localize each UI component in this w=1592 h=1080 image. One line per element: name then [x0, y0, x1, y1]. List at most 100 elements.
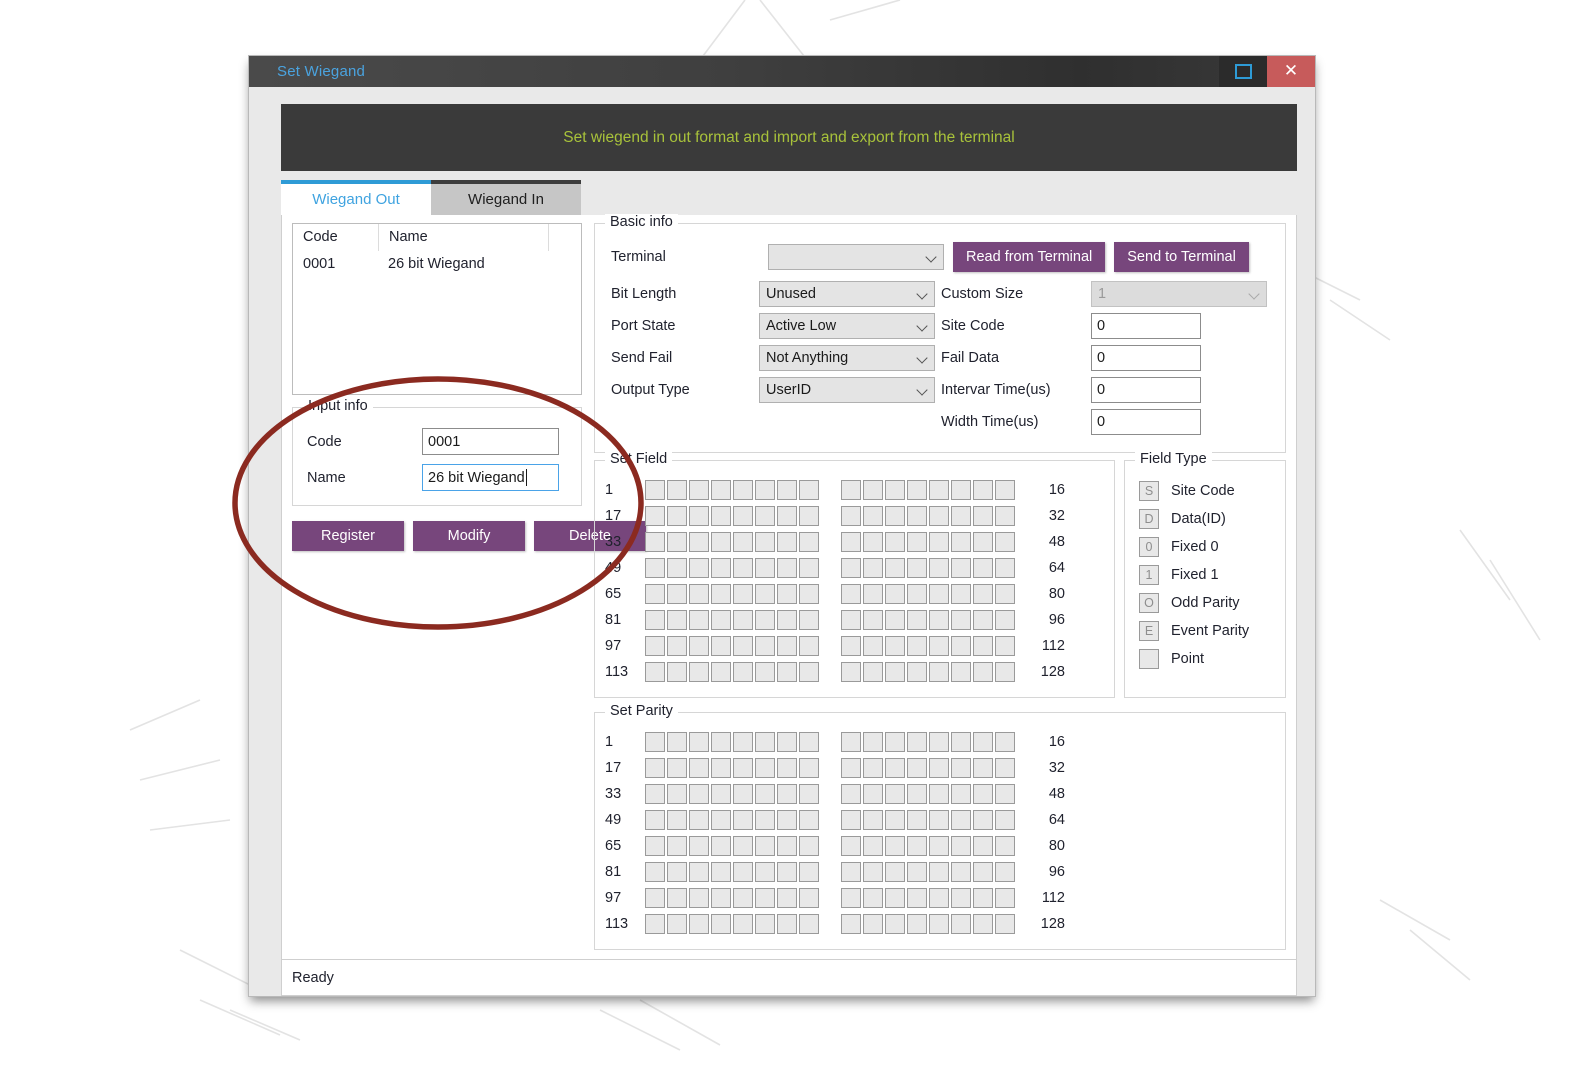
field-type-item[interactable]: S Site Code — [1139, 477, 1275, 505]
set-field-bit-cell[interactable] — [667, 636, 687, 656]
set-field-bit-cell[interactable] — [777, 584, 797, 604]
set-field-bit-cell[interactable] — [689, 480, 709, 500]
set-parity-bit-cell[interactable] — [907, 732, 927, 752]
set-parity-bit-cell[interactable] — [777, 888, 797, 908]
set-field-bit-cell[interactable] — [951, 610, 971, 630]
set-parity-bit-cell[interactable] — [755, 836, 775, 856]
set-parity-bit-cell[interactable] — [929, 836, 949, 856]
set-parity-bit-cell[interactable] — [667, 836, 687, 856]
set-parity-bit-cell[interactable] — [733, 784, 753, 804]
set-parity-bit-cell[interactable] — [907, 888, 927, 908]
field-type-item[interactable]: O Odd Parity — [1139, 589, 1275, 617]
set-parity-bit-cell[interactable] — [689, 914, 709, 934]
output-type-dropdown[interactable]: UserID — [759, 377, 935, 403]
set-parity-bit-cell[interactable] — [711, 862, 731, 882]
tab-wiegand-in[interactable]: Wiegand In — [431, 180, 581, 215]
set-parity-bit-cell[interactable] — [951, 914, 971, 934]
register-button[interactable]: Register — [292, 521, 404, 551]
set-parity-bit-cell[interactable] — [841, 758, 861, 778]
set-parity-bit-cell[interactable] — [841, 810, 861, 830]
set-parity-bit-cell[interactable] — [777, 914, 797, 934]
set-field-bit-cell[interactable] — [645, 480, 665, 500]
set-field-bit-cell[interactable] — [929, 480, 949, 500]
set-field-bit-cell[interactable] — [929, 584, 949, 604]
set-field-bit-cell[interactable] — [645, 662, 665, 682]
set-field-bit-cell[interactable] — [645, 532, 665, 552]
set-parity-bit-cell[interactable] — [733, 888, 753, 908]
set-field-bit-cell[interactable] — [995, 610, 1015, 630]
set-field-bit-cell[interactable] — [973, 480, 993, 500]
set-field-bit-cell[interactable] — [755, 662, 775, 682]
set-field-bit-cell[interactable] — [755, 532, 775, 552]
set-field-bit-cell[interactable] — [733, 584, 753, 604]
set-field-bit-cell[interactable] — [645, 610, 665, 630]
set-parity-bit-cell[interactable] — [755, 862, 775, 882]
set-parity-bit-cell[interactable] — [973, 732, 993, 752]
set-parity-bit-cell[interactable] — [885, 836, 905, 856]
set-parity-bit-cell[interactable] — [645, 810, 665, 830]
field-type-item[interactable]: D Data(ID) — [1139, 505, 1275, 533]
set-parity-bit-cell[interactable] — [645, 784, 665, 804]
set-field-bit-cell[interactable] — [711, 610, 731, 630]
set-field-bit-cell[interactable] — [863, 532, 883, 552]
set-field-bit-cell[interactable] — [777, 480, 797, 500]
set-field-bit-cell[interactable] — [973, 558, 993, 578]
set-parity-bit-cell[interactable] — [841, 914, 861, 934]
set-parity-bit-cell[interactable] — [733, 862, 753, 882]
set-parity-bit-cell[interactable] — [863, 810, 883, 830]
set-field-bit-cell[interactable] — [885, 558, 905, 578]
set-parity-bit-cell[interactable] — [799, 810, 819, 830]
set-field-bit-cell[interactable] — [799, 558, 819, 578]
set-field-bit-cell[interactable] — [973, 636, 993, 656]
close-button[interactable]: ✕ — [1267, 56, 1315, 87]
set-field-bit-cell[interactable] — [799, 506, 819, 526]
bit-length-dropdown[interactable]: Unused — [759, 281, 935, 307]
set-field-bit-cell[interactable] — [929, 506, 949, 526]
set-parity-bit-cell[interactable] — [995, 732, 1015, 752]
set-parity-bit-cell[interactable] — [973, 862, 993, 882]
set-field-bit-cell[interactable] — [711, 532, 731, 552]
set-parity-bit-cell[interactable] — [951, 732, 971, 752]
set-parity-bit-cell[interactable] — [929, 862, 949, 882]
set-field-bit-cell[interactable] — [711, 506, 731, 526]
set-parity-bit-cell[interactable] — [667, 862, 687, 882]
set-field-bit-cell[interactable] — [863, 480, 883, 500]
wiegand-format-list[interactable]: Code Name 0001 26 bit Wiegand — [292, 223, 582, 395]
intervar-time-input[interactable]: 0 — [1091, 377, 1201, 403]
set-field-bit-cell[interactable] — [907, 506, 927, 526]
set-parity-bit-cell[interactable] — [733, 836, 753, 856]
set-field-bit-cell[interactable] — [841, 584, 861, 604]
set-parity-bit-cell[interactable] — [689, 758, 709, 778]
name-input[interactable]: 26 bit Wiegand — [422, 464, 559, 491]
set-field-bit-cell[interactable] — [799, 584, 819, 604]
set-field-bit-cell[interactable] — [733, 506, 753, 526]
set-field-bit-cell[interactable] — [995, 636, 1015, 656]
set-parity-bit-cell[interactable] — [863, 862, 883, 882]
set-field-bit-cell[interactable] — [907, 532, 927, 552]
set-field-bit-cell[interactable] — [995, 506, 1015, 526]
set-field-bit-cell[interactable] — [799, 610, 819, 630]
set-field-bit-cell[interactable] — [777, 636, 797, 656]
set-field-bit-cell[interactable] — [755, 584, 775, 604]
set-field-bit-cell[interactable] — [929, 532, 949, 552]
set-field-bit-cell[interactable] — [777, 662, 797, 682]
set-parity-bit-cell[interactable] — [711, 914, 731, 934]
set-parity-bit-cell[interactable] — [973, 888, 993, 908]
set-field-bit-cell[interactable] — [799, 532, 819, 552]
send-to-terminal-button[interactable]: Send to Terminal — [1114, 242, 1249, 272]
set-field-bit-cell[interactable] — [951, 636, 971, 656]
set-parity-bit-cell[interactable] — [841, 888, 861, 908]
modify-button[interactable]: Modify — [413, 521, 525, 551]
set-field-bit-cell[interactable] — [645, 506, 665, 526]
set-field-bit-cell[interactable] — [885, 636, 905, 656]
set-field-bit-cell[interactable] — [755, 506, 775, 526]
set-field-bit-cell[interactable] — [885, 584, 905, 604]
set-parity-bit-cell[interactable] — [777, 758, 797, 778]
fail-data-input[interactable]: 0 — [1091, 345, 1201, 371]
set-field-bit-cell[interactable] — [929, 662, 949, 682]
set-field-bit-cell[interactable] — [755, 610, 775, 630]
set-parity-bit-cell[interactable] — [951, 758, 971, 778]
set-parity-bit-cell[interactable] — [929, 888, 949, 908]
set-field-bit-cell[interactable] — [863, 610, 883, 630]
field-type-item[interactable]: E Event Parity — [1139, 617, 1275, 645]
